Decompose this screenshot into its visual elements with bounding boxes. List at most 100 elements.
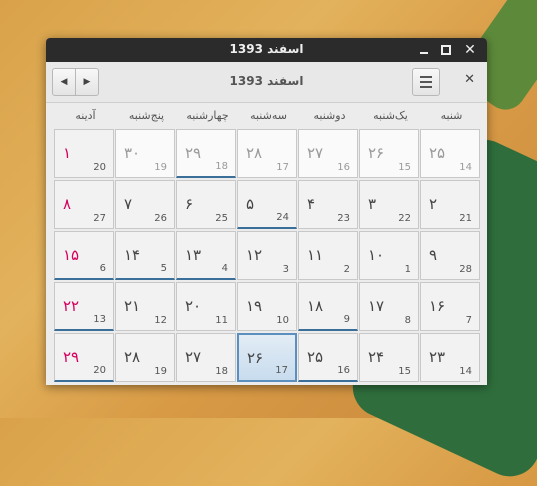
persian-day-number: ۳ [368,195,377,213]
week-row: ۱۶ 7 ۱۷ 8 ۱۸ 9 ۱۹ 10 ۲۰ 11 ۲۱ 12 ۲۲ 13 [52,282,480,332]
gregorian-day-number: 5 [160,263,167,274]
day-cell[interactable]: ۲۹ 18 [176,129,236,178]
persian-day-number: ۱۳ [185,246,202,264]
persian-day-number: ۲۷ [307,144,324,162]
close-icon: ✕ [464,42,476,58]
gregorian-day-number: 19 [154,162,167,173]
day-cell[interactable]: ۱ 20 [54,129,114,178]
day-cell[interactable]: ۲۸ 17 [237,129,297,178]
persian-day-number: ۲۹ [63,348,80,366]
persian-day-number: ۲۸ [124,348,141,366]
maximize-button[interactable] [435,38,457,62]
day-cell[interactable]: ۲۴ 15 [359,333,419,382]
minimize-button[interactable] [413,38,435,62]
hamburger-icon [420,86,432,88]
weekday-header: شنبه یک‌شنبه دوشنبه سه‌شنبه چهارشنبه پنج‌شنبه… [46,103,487,129]
day-cell[interactable]: ۱۴ 5 [115,231,175,280]
persian-day-number: ۱۵ [63,246,80,264]
day-cell[interactable]: ۱۶ 7 [420,282,480,331]
day-cell[interactable]: ۱۸ 9 [298,282,358,331]
gregorian-day-number: 13 [93,314,106,325]
titlebar[interactable]: اسفند 1393 ✕ [46,38,487,62]
gregorian-day-number: 26 [154,213,167,224]
header-bar: ◀ ▶ 1393 اسفند ✕ [46,62,487,103]
weekday-label: سه‌شنبه [250,109,287,122]
persian-day-number: ۲۲ [63,297,80,315]
gregorian-day-number: 21 [459,213,472,224]
persian-day-number: ۲۶ [368,144,385,162]
week-row: ۲۳ 14 ۲۴ 15 ۲۵ 16 ۲۶ 17 ۲۷ 18 ۲۸ 19 ۲۹ 20 [52,333,480,383]
persian-day-number: ۲۵ [429,144,446,162]
day-cell[interactable]: ۵ 24 [237,180,297,229]
day-cell[interactable]: ۳۰ 19 [115,129,175,178]
persian-day-number: ۲۶ [247,349,264,367]
gregorian-day-number: 10 [276,315,289,326]
persian-day-number: ۱۷ [368,297,385,315]
day-cell[interactable]: ۱۲ 3 [237,231,297,280]
persian-day-number: ۱۶ [429,297,446,315]
day-cell[interactable]: ۲۶ 15 [359,129,419,178]
persian-day-number: ۷ [124,195,133,213]
gregorian-day-number: 12 [154,315,167,326]
day-cell[interactable]: ۲۳ 14 [420,333,480,382]
day-cell[interactable]: ۲ 21 [420,180,480,229]
maximize-icon [441,45,451,55]
day-cell[interactable]: ۲۵ 16 [298,333,358,382]
gregorian-day-number: 3 [282,264,289,275]
day-cell[interactable]: ۱۱ 2 [298,231,358,280]
day-cell[interactable]: ۶ 25 [176,180,236,229]
day-cell[interactable]: ۱۳ 4 [176,231,236,280]
gregorian-day-number: 22 [398,213,411,224]
day-cell[interactable]: ۴ 23 [298,180,358,229]
day-cell[interactable]: ۱۷ 8 [359,282,419,331]
persian-day-number: ۱۰ [368,246,385,264]
gregorian-day-number: 24 [276,212,289,223]
persian-day-number: ۲۵ [307,348,324,366]
close-button[interactable]: ✕ [464,72,475,87]
hamburger-icon [420,76,432,78]
weekday-label: پنج‌شنبه [128,109,165,122]
weekday-label: یک‌شنبه [373,109,408,122]
day-cell[interactable]: ۲۸ 19 [115,333,175,382]
persian-day-number: ۲۰ [185,297,202,315]
week-row: ۲ 21 ۳ 22 ۴ 23 ۵ 24 ۶ 25 ۷ 26 ۸ 27 [52,180,480,230]
day-cell[interactable]: ۲۲ 13 [54,282,114,331]
day-cell[interactable]: ۱۵ 6 [54,231,114,280]
day-cell[interactable]: ۲۷ 18 [176,333,236,382]
gregorian-day-number: 8 [404,315,411,326]
persian-day-number: ۲۸ [246,144,263,162]
gregorian-day-number: 16 [337,162,350,173]
day-cell[interactable]: ۲۵ 14 [420,129,480,178]
gregorian-day-number: 17 [276,162,289,173]
weekday-label: چهارشنبه [186,109,229,122]
gregorian-day-number: 25 [215,213,228,224]
day-cell[interactable]: ۷ 26 [115,180,175,229]
window-close-button[interactable]: ✕ [459,38,481,62]
persian-day-number: ۴ [307,195,316,213]
day-cell[interactable]: ۲۷ 16 [298,129,358,178]
day-cell[interactable]: ۲۱ 12 [115,282,175,331]
week-row: ۹ 28 ۱۰ 1 ۱۱ 2 ۱۲ 3 ۱۳ 4 ۱۴ 5 ۱۵ 6 [52,231,480,281]
day-cell[interactable]: ۱۹ 10 [237,282,297,331]
gregorian-day-number: 20 [93,162,106,173]
persian-day-number: ۶ [185,195,194,213]
persian-day-number: ۲۴ [368,348,385,366]
day-cell[interactable]: ۸ 27 [54,180,114,229]
day-cell[interactable]: ۲۰ 11 [176,282,236,331]
persian-day-number: ۵ [246,195,255,213]
day-cell[interactable]: ۳ 22 [359,180,419,229]
gregorian-day-number: 4 [221,263,228,274]
gregorian-day-number: 1 [404,264,411,275]
day-cell[interactable]: ۹ 28 [420,231,480,280]
weekday-label: شنبه [440,109,463,122]
gregorian-day-number: 11 [215,315,228,326]
day-cell[interactable]: ۲۹ 20 [54,333,114,382]
persian-day-number: ۱۱ [307,246,324,264]
day-cell[interactable]: ۱۰ 1 [359,231,419,280]
gregorian-day-number: 23 [337,213,350,224]
day-cell-selected[interactable]: ۲۶ 17 [237,333,297,382]
close-icon: ✕ [464,72,475,87]
weekday-label: دوشنبه [313,109,346,122]
persian-day-number: ۸ [63,195,72,213]
menu-button[interactable] [412,68,440,96]
